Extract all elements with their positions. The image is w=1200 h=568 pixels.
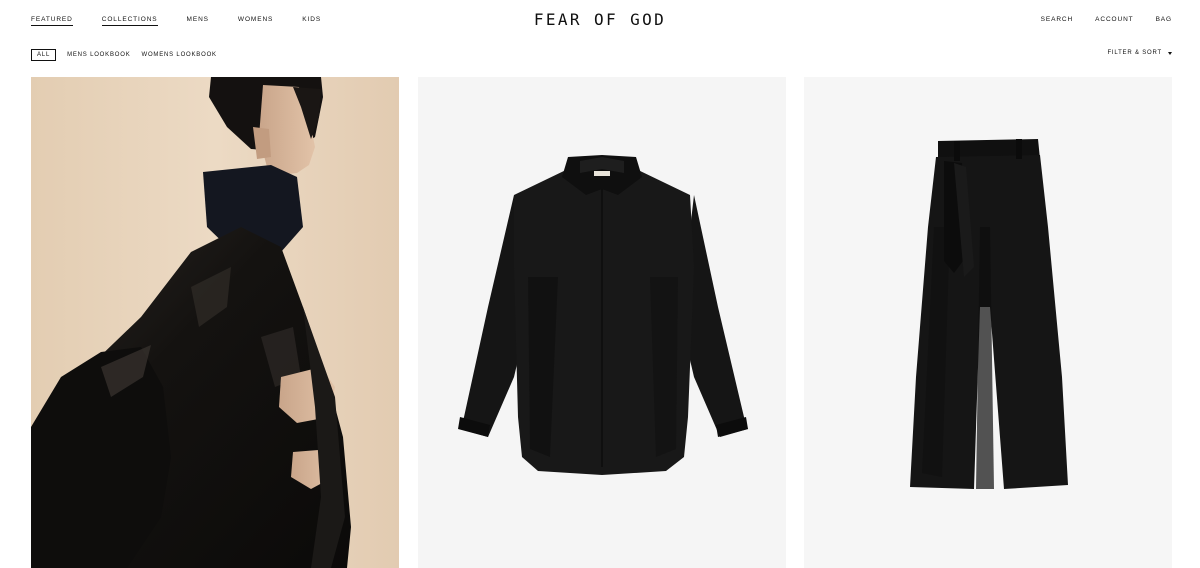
product-card-shirt[interactable]	[418, 77, 786, 568]
black-trousers-image	[804, 77, 1172, 568]
filter-sort-label: FILTER & SORT	[1107, 50, 1162, 56]
nav-account[interactable]: ACCOUNT	[1095, 16, 1133, 25]
collection-filter-tabs: ALL MENS LOOKBOOK WOMENS LOOKBOOK	[31, 49, 228, 61]
product-grid	[31, 77, 1173, 568]
filter-sort-button[interactable]: FILTER & SORT	[1107, 50, 1172, 56]
utility-nav: SEARCH ACCOUNT BAG	[1019, 16, 1172, 25]
product-card-trousers[interactable]	[804, 77, 1172, 568]
nav-search[interactable]: SEARCH	[1041, 16, 1074, 25]
tab-mens-lookbook[interactable]: MENS LOOKBOOK	[67, 49, 130, 61]
tab-womens-lookbook[interactable]: WOMENS LOOKBOOK	[142, 49, 217, 61]
top-navigation: FEATURED COLLECTIONS MENS WOMENS KIDS FE…	[0, 0, 1200, 40]
model-leather-jacket-image	[31, 77, 399, 568]
tab-all[interactable]: ALL	[31, 49, 57, 61]
black-shirt-image	[418, 77, 786, 568]
product-card-lookbook-model[interactable]	[31, 77, 399, 568]
nav-bag[interactable]: BAG	[1156, 16, 1172, 25]
chevron-down-icon	[1168, 51, 1172, 55]
